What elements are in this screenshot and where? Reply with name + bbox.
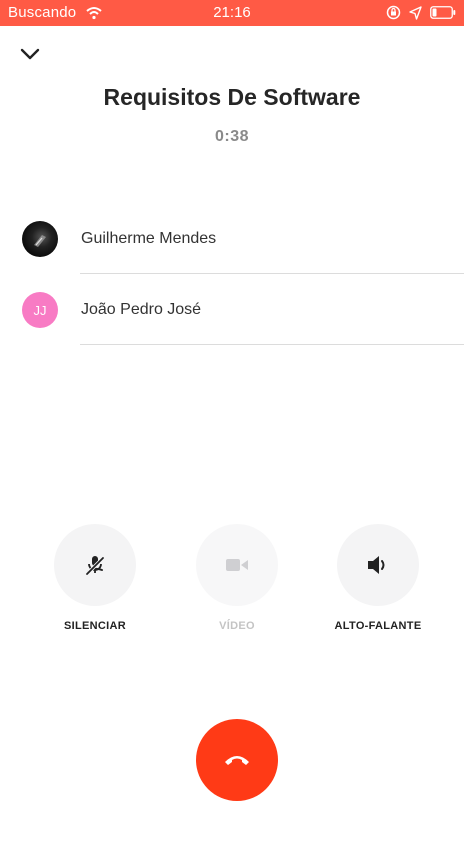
divider [80,344,464,345]
speaker-label: ALTO-FALANTE [334,620,422,632]
location-icon [409,5,422,20]
rotation-lock-icon [386,5,401,20]
avatar [22,221,58,257]
status-bar: Buscando 21:16 [0,0,464,26]
participant-list: Guilherme Mendes JJ João Pedro José [0,203,464,345]
video-button[interactable]: VÍDEO [177,524,297,632]
participant-name: João Pedro José [81,301,202,318]
mute-label: SILENCIAR [64,620,126,632]
video-label: VÍDEO [219,620,255,632]
call-timer: 0:38 [214,128,250,145]
mic-off-icon [85,556,105,576]
call-controls: SILENCIAR VÍDEO ALTO-FALANTE [0,524,464,644]
mute-button[interactable]: SILENCIAR [35,524,155,632]
hang-up-icon [225,756,249,765]
chevron-down-icon[interactable] [18,42,42,66]
speaker-button[interactable]: ALTO-FALANTE [318,524,438,632]
video-button-circle[interactable] [196,524,278,606]
participant-name: Guilherme Mendes [81,230,217,247]
status-icons [386,5,456,20]
speaker-button-circle[interactable] [337,524,419,606]
avatar-photo-icon [34,235,46,247]
battery-icon [430,6,456,19]
participant-row[interactable]: Guilherme Mendes [0,203,464,274]
avatar: JJ [22,292,58,328]
avatar-initials: JJ [33,302,47,318]
call-screen: Buscando 21:16 Requisitos De Software 0:… [0,0,464,848]
speaker-icon [368,556,385,574]
video-camera-icon [226,559,248,571]
mute-button-circle[interactable] [54,524,136,606]
call-title: Requisitos De Software [103,84,361,110]
participant-row[interactable]: JJ João Pedro José [0,274,464,345]
end-call-button[interactable] [196,719,278,801]
